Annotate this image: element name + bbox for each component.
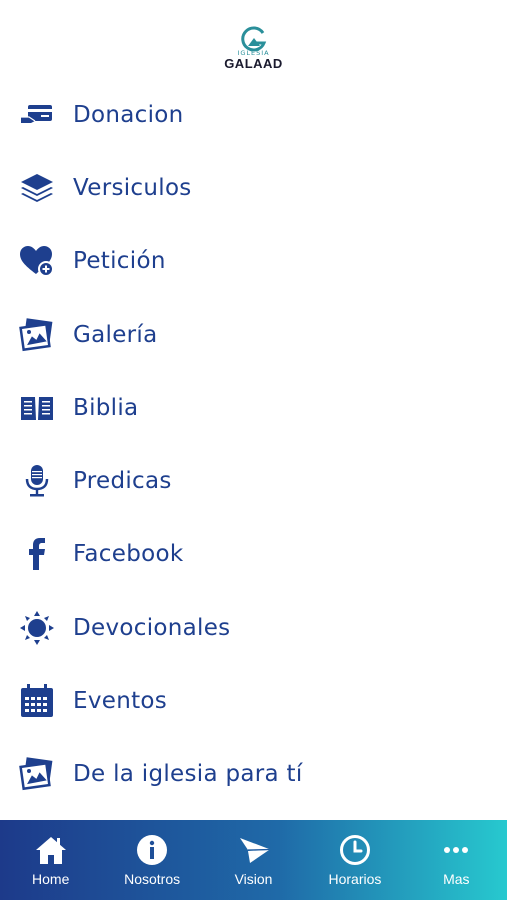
church-logo: IGLESIA GALAAD — [0, 24, 507, 80]
facebook-icon — [18, 535, 56, 573]
menu-item-galeria[interactable]: Galería — [0, 298, 507, 371]
menu-item-facebook[interactable]: Facebook — [0, 518, 507, 591]
microphone-icon — [18, 462, 56, 500]
paper-plane-icon — [237, 833, 271, 867]
tab-mas[interactable]: Mas — [406, 820, 507, 900]
menu-item-label: Donacion — [73, 101, 184, 128]
menu-item-label: Predicas — [73, 468, 172, 495]
tab-vision[interactable]: Vision — [203, 820, 304, 900]
bottom-tab-bar: Home Nosotros Vision Horarios Mas — [0, 820, 507, 900]
tab-label: Horarios — [328, 871, 382, 887]
menu-item-versiculos[interactable]: Versiculos — [0, 151, 507, 224]
tab-home[interactable]: Home — [0, 820, 101, 900]
menu-item-label: Petición — [73, 248, 166, 275]
home-icon — [34, 833, 68, 867]
logo-title: GALAAD — [224, 56, 283, 71]
menu-item-label: Eventos — [73, 688, 168, 715]
main-menu: Donacion Versiculos Petición Galería Bib… — [0, 78, 507, 811]
tab-nosotros[interactable]: Nosotros — [101, 820, 202, 900]
menu-item-label: Devocionales — [73, 614, 231, 641]
menu-item-label: Biblia — [73, 394, 139, 421]
open-book-icon — [18, 389, 56, 427]
layers-icon — [18, 169, 56, 207]
clock-icon — [338, 833, 372, 867]
tab-label: Mas — [443, 871, 470, 887]
menu-item-predicas[interactable]: Predicas — [0, 444, 507, 517]
photo-gallery-icon — [18, 316, 56, 354]
menu-item-label: Facebook — [73, 541, 184, 568]
menu-item-de-la-iglesia[interactable]: De la iglesia para tí — [0, 738, 507, 811]
more-dots-icon — [439, 833, 473, 867]
heart-plus-icon — [18, 242, 56, 280]
menu-item-label: Galería — [73, 321, 158, 348]
photo-gallery-icon — [18, 755, 56, 793]
calendar-icon — [18, 682, 56, 720]
menu-item-biblia[interactable]: Biblia — [0, 371, 507, 444]
tab-label: Vision — [234, 871, 273, 887]
menu-item-eventos[interactable]: Eventos — [0, 664, 507, 737]
menu-item-peticion[interactable]: Petición — [0, 225, 507, 298]
info-icon — [135, 833, 169, 867]
menu-item-label: Versiculos — [73, 174, 192, 201]
sun-icon — [18, 609, 56, 647]
donation-card-icon — [18, 96, 56, 134]
tab-horarios[interactable]: Horarios — [304, 820, 405, 900]
menu-item-label: De la iglesia para tí — [73, 761, 303, 788]
menu-item-devocionales[interactable]: Devocionales — [0, 591, 507, 664]
menu-item-donacion[interactable]: Donacion — [0, 78, 507, 151]
tab-label: Nosotros — [124, 871, 181, 887]
tab-label: Home — [32, 871, 70, 887]
